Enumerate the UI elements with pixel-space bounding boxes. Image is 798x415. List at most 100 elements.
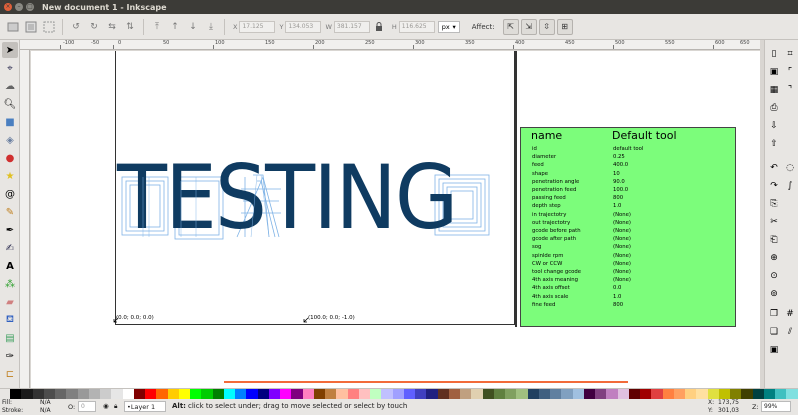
cut-icon[interactable]: ✂ bbox=[768, 216, 780, 228]
color-swatch[interactable] bbox=[370, 389, 382, 399]
drawing-canvas[interactable]: TESTING (0.0; 0.0; 0.0) (100.0; 0.0; -1.… bbox=[31, 51, 760, 388]
color-swatch[interactable] bbox=[583, 389, 595, 399]
color-swatch[interactable] bbox=[673, 389, 685, 399]
opacity-field[interactable]: 0 bbox=[78, 401, 96, 412]
color-swatch[interactable] bbox=[741, 389, 753, 399]
group-icon[interactable]: ▣ bbox=[768, 344, 780, 356]
color-swatch[interactable] bbox=[313, 389, 325, 399]
affect-rounded-corners-button[interactable]: ⇲ bbox=[520, 18, 537, 35]
color-swatch[interactable] bbox=[460, 389, 472, 399]
snap-paths-icon[interactable]: ∫ bbox=[784, 180, 796, 192]
height-field[interactable]: 116.625 bbox=[398, 20, 435, 33]
snap-grid-icon[interactable]: # bbox=[784, 308, 796, 320]
unit-select[interactable]: px ▾ bbox=[437, 20, 460, 33]
text-tool[interactable]: A bbox=[2, 258, 18, 274]
flip-horizontal-icon[interactable]: ⇆ bbox=[105, 20, 119, 34]
color-swatch[interactable] bbox=[392, 389, 404, 399]
export-icon[interactable]: ⇧ bbox=[768, 138, 780, 150]
color-swatch[interactable] bbox=[617, 389, 629, 399]
color-swatch[interactable] bbox=[471, 389, 483, 399]
raise-icon[interactable]: ↑ bbox=[168, 20, 182, 34]
horizontal-scroll-indicator[interactable] bbox=[224, 381, 628, 383]
rotate-ccw-icon[interactable]: ↺ bbox=[69, 20, 83, 34]
paste-icon[interactable]: ⎗ bbox=[768, 234, 780, 246]
color-swatch[interactable] bbox=[538, 389, 550, 399]
eraser-tool[interactable]: ▰ bbox=[2, 294, 18, 310]
color-swatch[interactable] bbox=[145, 389, 157, 399]
raise-to-top-icon[interactable]: ⤒ bbox=[150, 20, 164, 34]
color-swatch[interactable] bbox=[752, 389, 764, 399]
color-swatch[interactable] bbox=[190, 389, 202, 399]
color-swatch[interactable] bbox=[55, 389, 67, 399]
color-swatch[interactable] bbox=[21, 389, 33, 399]
lock-icon[interactable] bbox=[372, 20, 386, 34]
zoom-drawing-icon[interactable]: ⊙ bbox=[768, 270, 780, 282]
fill-value[interactable]: N/A bbox=[40, 399, 51, 406]
color-swatch[interactable] bbox=[786, 389, 798, 399]
dropper-tool[interactable]: ✑ bbox=[2, 348, 18, 364]
color-swatch[interactable] bbox=[325, 389, 337, 399]
color-swatch[interactable] bbox=[280, 389, 292, 399]
color-swatch[interactable] bbox=[358, 389, 370, 399]
color-swatch[interactable] bbox=[572, 389, 584, 399]
undo-icon[interactable]: ↶ bbox=[768, 162, 780, 174]
color-swatch[interactable] bbox=[223, 389, 235, 399]
color-swatch[interactable] bbox=[730, 389, 742, 399]
color-swatch[interactable] bbox=[201, 389, 213, 399]
pen-tool[interactable]: ✒ bbox=[2, 222, 18, 238]
color-swatch[interactable] bbox=[235, 389, 247, 399]
select-all-layers-icon[interactable] bbox=[24, 20, 38, 34]
color-swatch[interactable] bbox=[336, 389, 348, 399]
rotate-cw-icon[interactable]: ↻ bbox=[87, 20, 101, 34]
layer-lock-icon[interactable]: 🔒︎ bbox=[114, 402, 117, 411]
eye-visibility-icon[interactable]: ◉ bbox=[103, 402, 109, 410]
color-swatch[interactable] bbox=[527, 389, 539, 399]
print-icon[interactable]: ⎙ bbox=[768, 102, 780, 114]
color-swatch[interactable] bbox=[302, 389, 314, 399]
close-window-button[interactable]: × bbox=[4, 3, 12, 11]
connector-tool[interactable]: ⊏ bbox=[2, 366, 18, 382]
rectangle-tool[interactable]: ■ bbox=[2, 114, 18, 130]
spray-tool[interactable]: ⁂ bbox=[2, 276, 18, 292]
3d-box-tool[interactable]: ◈ bbox=[2, 132, 18, 148]
selector-tool[interactable]: ➤ bbox=[2, 42, 18, 58]
import-icon[interactable]: ⇩ bbox=[768, 120, 780, 132]
color-swatch[interactable] bbox=[246, 389, 258, 399]
x-field[interactable]: 17.125 bbox=[239, 20, 276, 33]
color-swatch[interactable] bbox=[10, 389, 22, 399]
lower-icon[interactable]: ↓ bbox=[186, 20, 200, 34]
tweak-tool[interactable]: ☁ bbox=[2, 78, 18, 94]
zoom-selection-icon[interactable]: ⊕ bbox=[768, 252, 780, 264]
star-tool[interactable]: ★ bbox=[2, 168, 18, 184]
color-swatch[interactable] bbox=[32, 389, 44, 399]
color-swatch[interactable] bbox=[448, 389, 460, 399]
color-swatch[interactable] bbox=[111, 389, 123, 399]
bucket-tool[interactable]: ⛾ bbox=[2, 312, 18, 328]
tool-parameters-table[interactable]: name Default tool id default tool diameter… bbox=[520, 127, 736, 327]
color-swatch[interactable] bbox=[561, 389, 573, 399]
gradient-tool[interactable]: ▤ bbox=[2, 330, 18, 346]
color-swatch[interactable] bbox=[415, 389, 427, 399]
color-swatch[interactable] bbox=[775, 389, 787, 399]
snap-nodes-icon[interactable]: ◌ bbox=[784, 162, 796, 174]
open-file-icon[interactable]: ▣ bbox=[768, 66, 780, 78]
lower-to-bottom-icon[interactable]: ⤓ bbox=[204, 20, 218, 34]
color-swatch[interactable] bbox=[156, 389, 168, 399]
color-swatch[interactable] bbox=[505, 389, 517, 399]
color-swatch[interactable] bbox=[100, 389, 112, 399]
color-swatch[interactable] bbox=[212, 389, 224, 399]
color-swatch[interactable] bbox=[122, 389, 134, 399]
calligraphy-tool[interactable]: ✍ bbox=[2, 240, 18, 256]
zoom-page-icon[interactable]: ⊚ bbox=[768, 288, 780, 300]
color-swatch[interactable] bbox=[685, 389, 697, 399]
snap-toggle-icon[interactable]: ⌗ bbox=[784, 48, 796, 60]
snap-bbox-icon[interactable]: ⌜ bbox=[784, 66, 796, 78]
snap-bbox-edges-icon[interactable]: ⌝ bbox=[784, 84, 796, 96]
color-swatch[interactable] bbox=[651, 389, 663, 399]
color-swatch[interactable] bbox=[482, 389, 494, 399]
pencil-tool[interactable]: ✎ bbox=[2, 204, 18, 220]
ellipse-tool[interactable]: ● bbox=[2, 150, 18, 166]
layer-select[interactable]: •Layer 1 bbox=[124, 401, 166, 412]
color-swatch[interactable] bbox=[66, 389, 78, 399]
color-swatch[interactable] bbox=[347, 389, 359, 399]
